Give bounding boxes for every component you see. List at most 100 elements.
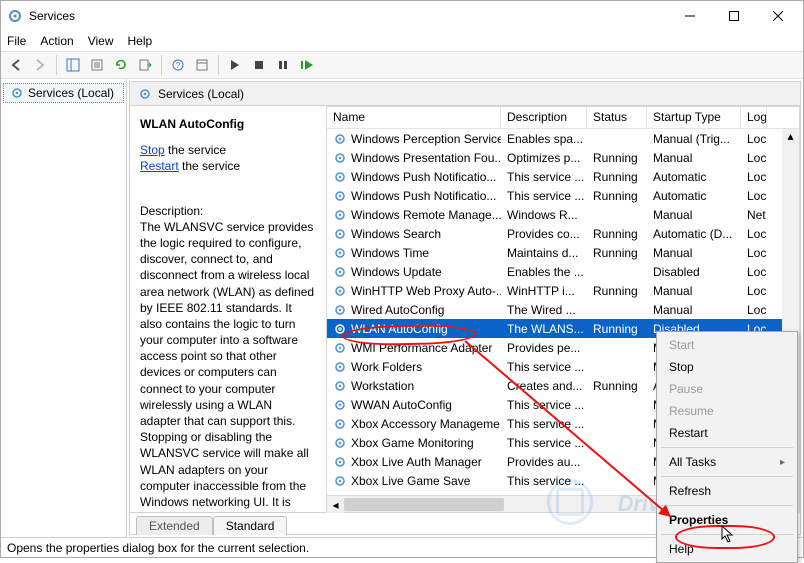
cell-description: Enables spa... (501, 132, 587, 146)
right-pane: Services (Local) WLAN AutoConfig Stop th… (129, 81, 801, 535)
cell-description: This service ... (501, 436, 587, 450)
cell-description: Provides pe... (501, 341, 587, 355)
cell-status: Running (587, 151, 647, 165)
svg-text:?: ? (176, 61, 181, 70)
gear-icon (333, 455, 347, 469)
cell-name: Windows Perception Service (351, 132, 501, 146)
cell-name: Windows Presentation Fou... (351, 151, 501, 165)
cell-status: Running (587, 284, 647, 298)
menu-view[interactable]: View (88, 34, 114, 48)
pane-header-label: Services (Local) (158, 87, 244, 101)
pause-service-button[interactable] (272, 54, 294, 76)
menu-help[interactable]: Help (128, 34, 153, 48)
col-description[interactable]: Description (501, 107, 587, 128)
separator (661, 534, 793, 535)
start-service-button[interactable] (224, 54, 246, 76)
close-button[interactable] (765, 6, 791, 26)
stop-service-button[interactable] (248, 54, 270, 76)
gear-icon (333, 436, 347, 450)
forward-button[interactable] (29, 54, 51, 76)
table-row[interactable]: Windows Perception ServiceEnables spa...… (327, 129, 799, 148)
tab-standard[interactable]: Standard (213, 516, 288, 535)
stop-link[interactable]: Stop (140, 143, 165, 157)
cell-description: Optimizes p... (501, 151, 587, 165)
refresh-button[interactable] (110, 54, 132, 76)
cell-logon: Loc (741, 246, 767, 260)
menu-action[interactable]: Action (40, 34, 73, 48)
table-row[interactable]: Windows Presentation Fou...Optimizes p..… (327, 148, 799, 167)
export-list-button[interactable] (86, 54, 108, 76)
scroll-left-icon[interactable]: ◂ (327, 496, 344, 513)
tree-item-services-local[interactable]: Services (Local) (3, 83, 124, 103)
description-text: The WLANSVC service provides the logic r… (140, 219, 316, 513)
cell-name: WLAN AutoConfig (351, 322, 448, 336)
ctx-properties[interactable]: Properties (657, 509, 797, 531)
cell-logon: Loc (741, 151, 767, 165)
table-row[interactable]: Windows TimeMaintains d...RunningManualL… (327, 243, 799, 262)
cell-status: Running (587, 227, 647, 241)
cell-status: Running (587, 322, 647, 336)
cell-startup: Manual (647, 246, 741, 260)
gear-icon (333, 379, 347, 393)
maximize-button[interactable] (721, 6, 747, 26)
cell-logon: Loc (741, 303, 767, 317)
table-row[interactable]: Windows Remote Manage...Windows R...Manu… (327, 205, 799, 224)
table-row[interactable]: WinHTTP Web Proxy Auto-...WinHTTP i...Ru… (327, 281, 799, 300)
table-row[interactable]: Windows Push Notificatio...This service … (327, 167, 799, 186)
restart-suffix: the service (179, 159, 240, 173)
ctx-resume[interactable]: Resume (657, 400, 797, 422)
back-button[interactable] (5, 54, 27, 76)
cell-description: Windows R... (501, 208, 587, 222)
scroll-up-icon[interactable]: ▴ (787, 129, 793, 143)
show-hide-tree-button[interactable] (62, 54, 84, 76)
col-startup-type[interactable]: Startup Type (647, 107, 741, 128)
cell-name: Windows Remote Manage... (351, 208, 501, 222)
gear-icon (333, 303, 347, 317)
table-row[interactable]: Windows UpdateEnables the ...DisabledLoc (327, 262, 799, 281)
separator (661, 505, 793, 506)
gear-icon (333, 360, 347, 374)
tab-extended[interactable]: Extended (136, 516, 213, 535)
gear-icon (333, 132, 347, 146)
cell-startup: Automatic (D... (647, 227, 741, 241)
table-row[interactable]: Windows SearchProvides co...RunningAutom… (327, 224, 799, 243)
table-row[interactable]: Wired AutoConfigThe Wired ...ManualLoc (327, 300, 799, 319)
ctx-pause[interactable]: Pause (657, 378, 797, 400)
selected-service-name: WLAN AutoConfig (140, 116, 316, 132)
ctx-help[interactable]: Help (657, 538, 797, 560)
cell-name: Xbox Accessory Manageme... (351, 417, 501, 431)
cell-name: WWAN AutoConfig (351, 398, 452, 412)
cell-name: WinHTTP Web Proxy Auto-... (351, 284, 501, 298)
gear-icon (333, 170, 347, 184)
cell-name: Workstation (351, 379, 414, 393)
gear-icon (333, 265, 347, 279)
gear-icon (333, 227, 347, 241)
col-name[interactable]: Name (327, 107, 501, 128)
help-button[interactable]: ? (167, 54, 189, 76)
col-status[interactable]: Status (587, 107, 647, 128)
app-icon (7, 8, 23, 24)
restart-link[interactable]: Restart (140, 159, 179, 173)
restart-service-button[interactable] (296, 54, 318, 76)
window-title: Services (29, 9, 677, 23)
services-list: Name Description Status Startup Type Log… (326, 106, 800, 513)
menu-file[interactable]: File (7, 34, 26, 48)
cell-name: Windows Push Notificatio... (351, 170, 496, 184)
ctx-all-tasks[interactable]: All Tasks (657, 451, 797, 473)
export-button[interactable] (134, 54, 156, 76)
table-row[interactable]: Windows Push Notificatio...This service … (327, 186, 799, 205)
ctx-restart[interactable]: Restart (657, 422, 797, 444)
gear-icon (333, 246, 347, 260)
gear-icon (333, 417, 347, 431)
col-logon[interactable]: Log (741, 107, 767, 128)
minimize-button[interactable] (677, 6, 703, 26)
scroll-thumb[interactable] (344, 498, 504, 511)
cell-logon: Loc (741, 227, 767, 241)
ctx-refresh[interactable]: Refresh (657, 480, 797, 502)
properties-button[interactable] (191, 54, 213, 76)
cell-description: This service ... (501, 398, 587, 412)
ctx-properties-label: Properties (669, 513, 728, 527)
ctx-start[interactable]: Start (657, 334, 797, 356)
cell-name: Windows Update (351, 265, 442, 279)
ctx-stop[interactable]: Stop (657, 356, 797, 378)
